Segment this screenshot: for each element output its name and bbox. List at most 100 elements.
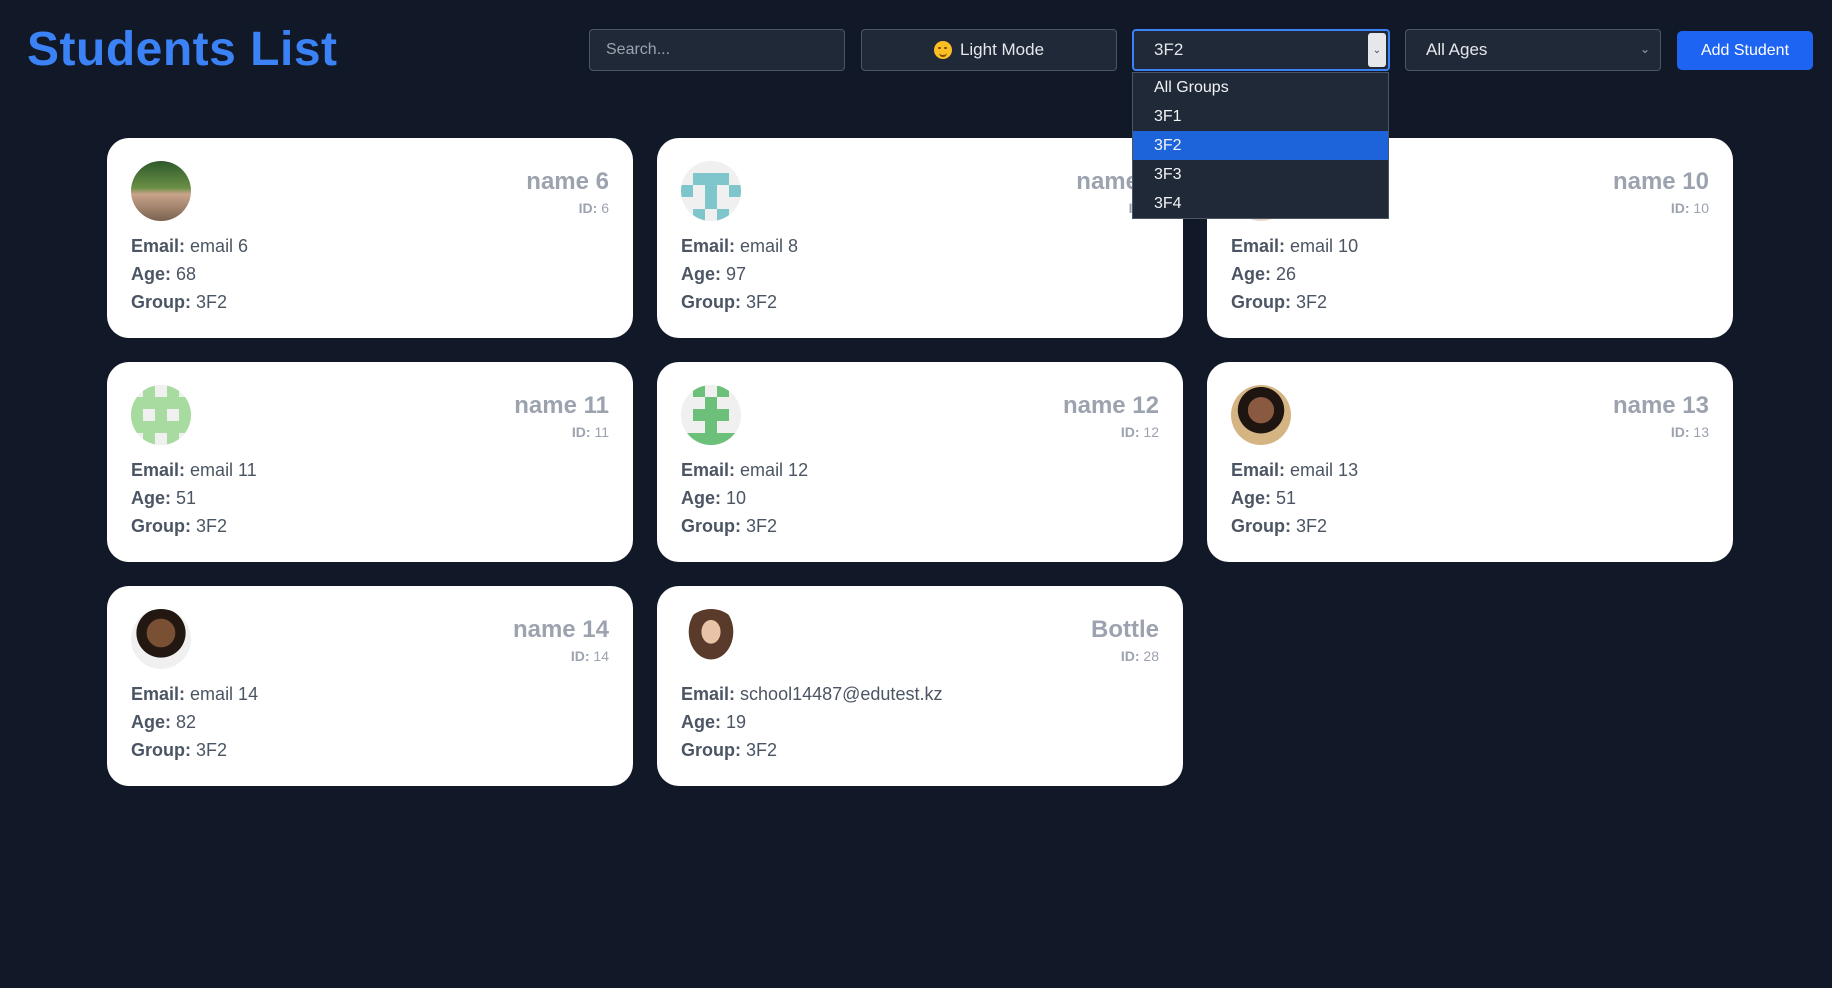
search-field[interactable] <box>589 29 845 71</box>
email-label: Email: <box>131 236 186 256</box>
group-value: 3F2 <box>196 740 228 760</box>
email-value: email 8 <box>740 236 799 256</box>
age-row: Age: 19 <box>681 708 942 736</box>
email-value: school14487@edutest.kz <box>740 684 943 704</box>
age-row: Age: 51 <box>131 484 257 512</box>
id-label: ID: <box>1670 424 1690 440</box>
email-value: email 12 <box>740 460 809 480</box>
age-value: 97 <box>726 264 747 284</box>
student-id: ID: 10 <box>1613 200 1709 216</box>
group-filter-select[interactable]: 3F2 ⌄ <box>1132 29 1390 71</box>
identicon-avatar <box>681 161 741 221</box>
id-label: ID: <box>571 424 591 440</box>
id-value: 10 <box>1693 200 1709 216</box>
student-name: name 12 <box>1062 392 1159 419</box>
group-option-selected[interactable]: 3F2 <box>1133 131 1388 160</box>
email-label: Email: <box>681 236 736 256</box>
email-row: Email: email 13 <box>1231 456 1358 484</box>
student-card[interactable]: name 8 ID: 8 Email: email 8 Age: 97 Grou… <box>657 138 1183 338</box>
student-card[interactable]: Bottle ID: 28 Email: school14487@edutest… <box>657 586 1183 786</box>
age-value: 82 <box>176 712 197 732</box>
age-row: Age: 97 <box>681 260 798 288</box>
email-row: Email: email 12 <box>681 456 808 484</box>
group-option[interactable]: 3F3 <box>1133 160 1388 189</box>
email-value: email 10 <box>1290 236 1359 256</box>
avatar <box>681 609 741 669</box>
id-label: ID: <box>1670 200 1690 216</box>
group-value: 3F2 <box>196 292 228 312</box>
age-value: 51 <box>1276 488 1297 508</box>
identicon-icon <box>681 161 741 221</box>
group-label: Group: <box>131 292 191 312</box>
theme-toggle-label: Light Mode <box>959 40 1045 59</box>
student-card[interactable]: name 14 ID: 14 Email: email 14 Age: 82 G… <box>107 586 633 786</box>
group-label: Group: <box>131 740 191 760</box>
theme-toggle-button[interactable]: Light Mode <box>861 29 1117 71</box>
age-label: Age: <box>1231 488 1271 508</box>
page-title: Students List <box>27 23 338 76</box>
identicon-avatar <box>681 385 741 445</box>
email-label: Email: <box>681 460 736 480</box>
group-option[interactable]: 3F1 <box>1133 102 1388 131</box>
age-label: Age: <box>681 264 721 284</box>
smiley-icon <box>933 41 952 59</box>
student-card[interactable]: name 12 ID: 12 Email: email 12 Age: 10 G… <box>657 362 1183 562</box>
student-id: ID: 13 <box>1613 424 1709 440</box>
group-label: Group: <box>681 292 741 312</box>
avatar <box>1231 385 1291 445</box>
age-row: Age: 82 <box>131 708 258 736</box>
age-value: 51 <box>176 488 197 508</box>
student-name: name 6 <box>526 168 609 195</box>
group-value: 3F2 <box>746 292 778 312</box>
student-id: ID: 14 <box>513 648 609 664</box>
age-filter-select[interactable]: All Ages ⌄ <box>1405 29 1661 71</box>
group-value: 3F2 <box>196 516 228 536</box>
add-student-button[interactable]: Add Student <box>1677 31 1813 70</box>
avatar <box>131 609 191 669</box>
avatar <box>131 161 191 221</box>
group-label: Group: <box>1231 516 1291 536</box>
email-row: Email: email 6 <box>131 232 248 260</box>
age-row: Age: 68 <box>131 260 248 288</box>
age-row: Age: 26 <box>1231 260 1358 288</box>
student-id: ID: 11 <box>514 424 609 440</box>
age-row: Age: 51 <box>1231 484 1358 512</box>
group-option[interactable]: 3F4 <box>1133 189 1388 218</box>
group-option[interactable]: All Groups <box>1133 73 1388 102</box>
group-value: 3F2 <box>1296 292 1328 312</box>
age-filter-value: All Ages <box>1426 40 1488 59</box>
group-row: Group: 3F2 <box>131 512 257 540</box>
group-row: Group: 3F2 <box>131 288 248 316</box>
identicon-avatar <box>131 385 191 445</box>
id-label: ID: <box>1120 424 1140 440</box>
age-value: 10 <box>726 488 747 508</box>
email-row: Email: email 10 <box>1231 232 1358 260</box>
age-label: Age: <box>131 488 171 508</box>
group-value: 3F2 <box>1296 516 1328 536</box>
identicon-icon <box>131 385 191 445</box>
email-row: Email: email 14 <box>131 680 258 708</box>
identicon-icon <box>681 385 741 445</box>
group-row: Group: 3F2 <box>1231 512 1358 540</box>
group-row: Group: 3F2 <box>1231 288 1358 316</box>
email-row: Email: school14487@edutest.kz <box>681 680 942 708</box>
student-card[interactable]: name 11 ID: 11 Email: email 11 Age: 51 G… <box>107 362 633 562</box>
email-label: Email: <box>1231 236 1286 256</box>
id-value: 14 <box>593 648 609 664</box>
group-row: Group: 3F2 <box>681 288 798 316</box>
email-row: Email: email 11 <box>131 456 257 484</box>
student-card[interactable]: name 6 ID: 6 Email: email 6 Age: 68 Grou… <box>107 138 633 338</box>
group-filter-value: 3F2 <box>1154 40 1184 59</box>
age-value: 26 <box>1276 264 1297 284</box>
email-label: Email: <box>681 684 736 704</box>
student-card-grid: name 6 ID: 6 Email: email 6 Age: 68 Grou… <box>107 138 1733 786</box>
age-label: Age: <box>681 488 721 508</box>
search-input[interactable] <box>606 41 844 59</box>
email-label: Email: <box>131 460 186 480</box>
group-dropdown-list: All Groups 3F1 3F2 3F3 3F4 <box>1132 72 1389 219</box>
student-card[interactable]: name 13 ID: 13 Email: email 13 Age: 51 G… <box>1207 362 1733 562</box>
student-id: ID: 12 <box>1063 424 1159 440</box>
email-label: Email: <box>131 684 186 704</box>
age-label: Age: <box>131 712 171 732</box>
id-label: ID: <box>570 648 590 664</box>
